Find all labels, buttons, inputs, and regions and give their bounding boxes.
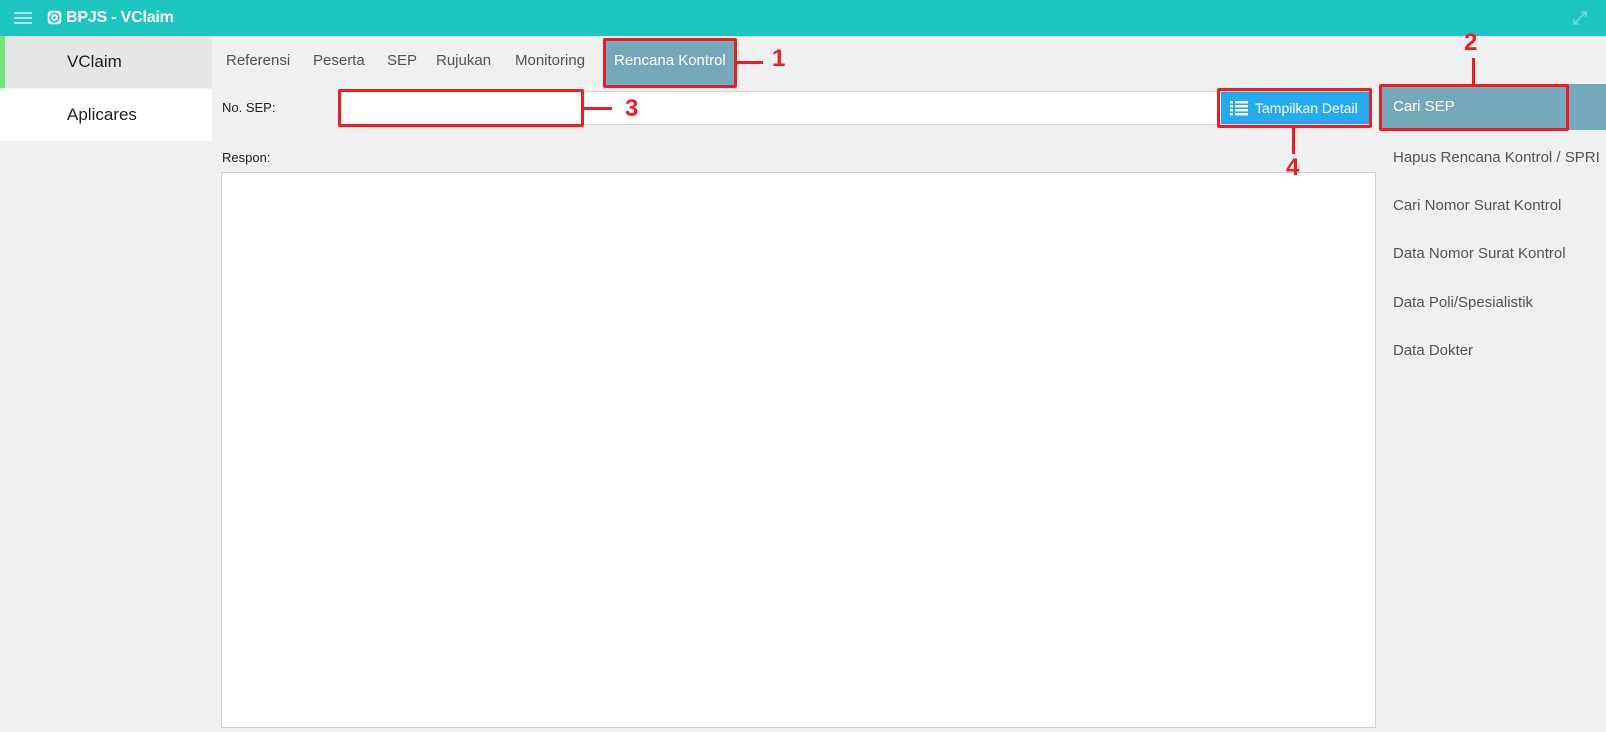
- annotation-line-3: [584, 107, 612, 110]
- menu-item-hapus-rencana-kontrol[interactable]: Hapus Rencana Kontrol / SPRI: [1382, 135, 1606, 181]
- highlight-box-1: [603, 38, 737, 88]
- menu-item-data-dokter[interactable]: Data Dokter: [1382, 328, 1606, 374]
- sep-label: No. SEP:: [222, 100, 276, 115]
- respon-label: Respon:: [222, 150, 271, 165]
- annotation-line-2: [1472, 58, 1475, 84]
- sidebar-item-vclaim[interactable]: VClaim: [0, 36, 212, 88]
- highlight-box-4: [1217, 88, 1372, 128]
- menu-item-label: Data Nomor Surat Kontrol: [1393, 245, 1566, 262]
- top-bar: BPJS - VClaim: [0, 0, 1606, 36]
- respon-textarea[interactable]: [221, 172, 1376, 728]
- tab-peserta[interactable]: Peserta: [313, 52, 365, 69]
- annotation-number-1: 1: [772, 45, 786, 72]
- menu-item-label: Data Dokter: [1393, 342, 1474, 359]
- annotation-number-3: 3: [625, 95, 639, 122]
- left-sidebar: VClaim Aplicares: [0, 36, 212, 732]
- menu-item-label: Hapus Rencana Kontrol / SPRI: [1393, 149, 1600, 166]
- menu-item-data-nomor-surat-kontrol[interactable]: Data Nomor Surat Kontrol: [1382, 231, 1606, 277]
- tab-monitoring[interactable]: Monitoring: [515, 52, 585, 69]
- menu-item-cari-nomor-surat-kontrol[interactable]: Cari Nomor Surat Kontrol: [1382, 183, 1606, 229]
- gear-icon: [47, 10, 62, 25]
- sidebar-item-label: Aplicares: [67, 105, 137, 124]
- menu-item-label: Cari Nomor Surat Kontrol: [1393, 197, 1562, 214]
- annotation-line-4: [1292, 128, 1295, 154]
- tab-rujukan[interactable]: Rujukan: [436, 52, 491, 69]
- expand-icon[interactable]: [1572, 10, 1588, 26]
- right-menu: Cari SEP Hapus Rencana Kontrol / SPRI Ca…: [1382, 84, 1606, 732]
- menu-item-data-poli-spesialistik[interactable]: Data Poli/Spesialistik: [1382, 280, 1606, 326]
- app-title: BPJS - VClaim: [66, 9, 174, 26]
- tab-sep[interactable]: SEP: [387, 52, 417, 69]
- highlight-box-3: [338, 89, 584, 127]
- sidebar-item-label: VClaim: [67, 52, 122, 71]
- annotation-number-4: 4: [1286, 154, 1300, 181]
- menu-icon[interactable]: [14, 12, 32, 25]
- sidebar-item-aplicares[interactable]: Aplicares: [0, 89, 212, 141]
- annotation-number-2: 2: [1464, 29, 1478, 56]
- menu-item-label: Data Poli/Spesialistik: [1393, 294, 1534, 311]
- highlight-box-2: [1379, 84, 1569, 131]
- annotation-line-1: [737, 61, 763, 64]
- tab-referensi[interactable]: Referensi: [226, 52, 290, 69]
